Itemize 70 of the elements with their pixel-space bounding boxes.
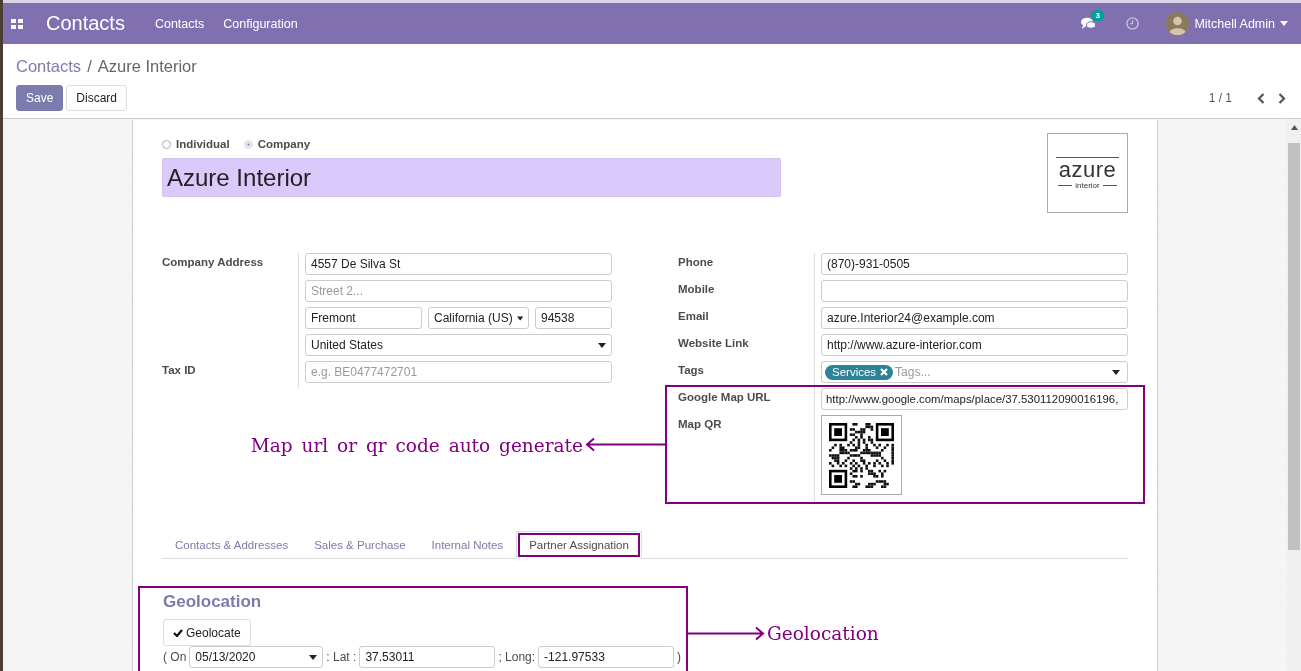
user-menu[interactable]: Mitchell Admin — [1166, 12, 1288, 35]
tab[interactable]: Contacts & Addresses — [162, 531, 302, 558]
check-icon — [173, 628, 183, 637]
save-button[interactable]: Save — [16, 85, 64, 111]
field-label: Tags — [678, 364, 704, 376]
geolocate-button[interactable]: Geolocate — [163, 619, 251, 646]
date-field[interactable]: 05/13/2020 — [189, 646, 324, 668]
radio-button[interactable] — [162, 139, 171, 149]
field-label: Email — [678, 310, 709, 322]
field-label: Phone — [678, 256, 714, 268]
dropdown-caret-icon — [1112, 369, 1120, 375]
caret-icon — [1280, 21, 1288, 26]
breadcrumb-separator: / — [87, 56, 92, 76]
field-label: Website Link — [678, 337, 749, 349]
name-field[interactable]: Azure Interior — [162, 158, 781, 197]
field-label: Google Map URL — [678, 391, 771, 403]
field-label: ( On — [163, 650, 187, 664]
field-label: Tax ID — [162, 364, 196, 376]
radio-label: Individual — [176, 138, 230, 150]
chevron-left-icon — [1257, 92, 1265, 104]
section-title: Geolocation — [163, 592, 263, 612]
field-label: Company Address — [162, 256, 264, 268]
apps-menu-icon[interactable] — [11, 18, 23, 29]
input-field[interactable] — [821, 280, 1128, 302]
clock-icon[interactable] — [1126, 17, 1140, 30]
input-field[interactable]: California (US) — [428, 307, 529, 329]
tag-chip[interactable]: Services — [825, 364, 894, 380]
input-field[interactable]: United States — [305, 334, 612, 356]
menu-item[interactable]: Contacts — [154, 16, 205, 31]
notification-badge: 3 — [1091, 10, 1104, 21]
field-label: : Lat : — [326, 650, 357, 664]
input-field[interactable]: 37.53011 — [359, 646, 496, 668]
input-field[interactable]: azure.Interior24@example.com — [821, 307, 1128, 329]
field-label: Mobile — [678, 283, 715, 295]
previous-button[interactable] — [1255, 92, 1267, 104]
radio-label: Company — [257, 138, 311, 150]
tab[interactable]: Sales & Purchase — [301, 531, 419, 558]
input-field[interactable]: 4557 De Silva St — [305, 253, 612, 275]
input-field[interactable]: Fremont — [305, 307, 422, 329]
tags-field[interactable]: Services Tags... — [821, 361, 1128, 383]
dropdown-caret-icon — [598, 342, 606, 348]
chevron-right-icon — [1278, 92, 1286, 104]
input-field[interactable]: http://www.azure-interior.com — [821, 334, 1128, 356]
pager-value: 1 / 1 — [1208, 91, 1232, 105]
menu-item[interactable]: Configuration — [223, 16, 298, 31]
app-title: Contacts — [46, 12, 125, 35]
input-field[interactable]: 94538 — [535, 307, 612, 329]
input-field[interactable]: http://www.google.com/maps/place/37.530112090016196, — [821, 388, 1128, 410]
scroll-up-icon[interactable] — [1290, 125, 1298, 130]
remove-icon[interactable] — [880, 367, 889, 376]
callout-text: Map url or qr code auto generate — [250, 434, 583, 455]
callout-text: Geolocation — [767, 622, 879, 644]
tab[interactable]: Internal Notes — [418, 531, 517, 558]
qr-code — [829, 422, 894, 488]
breadcrumb-current: Azure Interior — [97, 56, 197, 76]
avatar-icon — [1166, 12, 1190, 35]
dropdown-caret-icon — [309, 654, 318, 660]
discard-button[interactable]: Discard — [66, 85, 128, 111]
input-field[interactable]: (870)-931-0505 — [821, 253, 1128, 275]
breadcrumb-link[interactable]: Contacts — [16, 56, 82, 76]
dropdown-caret-icon — [516, 315, 523, 321]
scrollbar[interactable] — [1287, 119, 1301, 671]
field-label: ; Long: — [498, 650, 536, 664]
company-logo: azure interior — [1047, 133, 1128, 213]
field-label: ) — [677, 650, 682, 664]
field-label: Map QR — [678, 418, 722, 430]
tab[interactable]: Partner Assignation — [516, 531, 642, 559]
input-field[interactable]: -121.97533 — [538, 646, 675, 668]
next-button[interactable] — [1276, 92, 1288, 104]
chat-icon[interactable] — [1081, 17, 1097, 30]
